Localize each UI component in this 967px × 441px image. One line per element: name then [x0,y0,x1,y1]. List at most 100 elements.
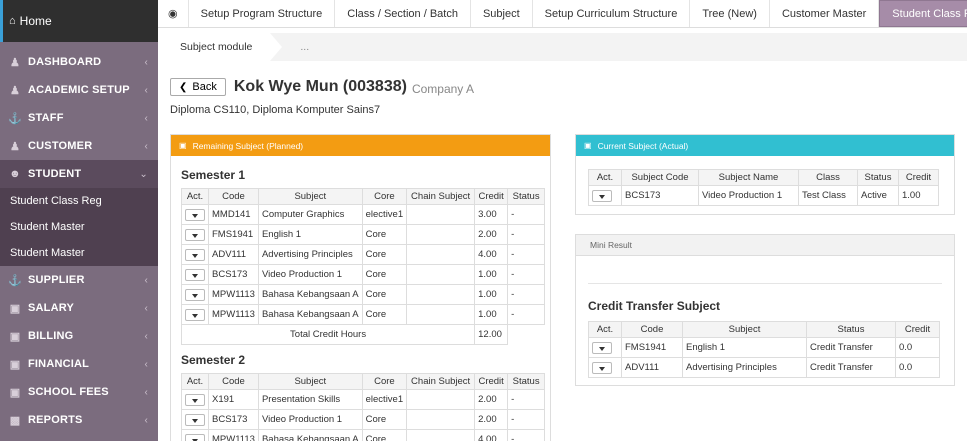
table-row: MPW1113 Bahasa Kebangsaan A Core 1.00 - [181,284,546,305]
divider [588,256,942,284]
money-icon: ▣ [9,302,21,315]
action-dropdown[interactable] [185,288,205,301]
company-name: Company A [411,81,474,96]
cell-credit: 2.00 [474,389,509,410]
sidebar-item-supplier[interactable]: ⚓ SUPPLIER ‹ [0,266,158,294]
home-link[interactable]: ⌂ Home [0,0,158,42]
action-dropdown[interactable] [185,308,205,321]
chart-icon: ▩ [9,414,21,427]
cell-status: - [507,204,546,225]
action-dropdown[interactable] [592,189,612,202]
sidebar-item-school-fees[interactable]: ▣ SCHOOL FEES ‹ [0,378,158,406]
sidebar-item-staff[interactable]: ⚓ STAFF ‹ [0,104,158,132]
back-label: Back [192,81,217,93]
col-credit: Credit [474,188,509,205]
cell-subject: Video Production 1 [257,409,363,430]
table-row: MPW1113 Bahasa Kebangsaan A Core 1.00 - [181,304,546,325]
current-subject-table: Act. Subject Code Subject Name Class Sta… [588,169,939,206]
col-credit: Credit [474,373,509,390]
cell-status: - [507,224,546,245]
sidebar-item-label: FINANCIAL [28,358,90,370]
mini-result-panel: Mini Result Credit Transfer Subject Act.… [575,234,955,386]
sidebar-item-academic-setup[interactable]: ♟ ACADEMIC SETUP ‹ [0,76,158,104]
action-dropdown[interactable] [185,413,205,426]
action-dropdown[interactable] [185,268,205,281]
cell-chain [406,389,476,410]
user-icon: ☻ [9,168,21,180]
tab-student-class-reg[interactable]: Student Class Reg [879,0,967,27]
cell-status: - [507,264,546,285]
cell-credit: 2.00 [474,409,509,430]
tab-setup-curriculum-structure[interactable]: Setup Curriculum Structure [533,0,691,27]
col-status: Status [857,169,899,186]
action-dropdown[interactable] [185,433,205,441]
col-act: Act. [588,169,622,186]
cell-subject-code: BCS173 [621,185,699,206]
sidebar-item-label: SALARY [28,302,75,314]
action-dropdown[interactable] [185,208,205,221]
cell-credit: 1.00 [474,264,509,285]
cell-code: MMD141 [208,204,259,225]
app-logo-icon[interactable]: ◉ [158,0,189,27]
arrow-left-icon: ❮ [179,81,188,93]
cell-status: - [507,284,546,305]
col-chain-subject: Chain Subject [406,373,476,390]
action-dropdown[interactable] [185,248,205,261]
sidebar-item-reports[interactable]: ▩ REPORTS ‹ [0,406,158,434]
chevron-left-icon: ‹ [144,140,148,152]
chevron-left-icon: ‹ [144,84,148,96]
submenu-item-student-master-2[interactable]: Student Master [0,240,158,266]
cell-code: BCS173 [208,264,259,285]
semester-2-title: Semester 2 [181,353,246,367]
sidebar-item-salary[interactable]: ▣ SALARY ‹ [0,294,158,322]
money-icon: ▣ [9,358,21,371]
table-row: MPW1113 Bahasa Kebangsaan A Core 4.00 - [181,429,546,441]
current-subject-header: ▣ Current Subject (Actual) [576,135,954,156]
cell-subject: English 1 [682,337,807,358]
chevron-left-icon: ‹ [144,56,148,68]
cell-subject: Video Production 1 [257,264,363,285]
table-row: MMD141 Computer Graphics elective1 3.00 … [181,204,546,225]
back-button[interactable]: ❮ Back [170,78,226,96]
col-status: Status [507,188,546,205]
action-dropdown[interactable] [592,361,612,374]
tab-subject[interactable]: Subject [471,0,533,27]
cell-code: FMS1941 [208,224,259,245]
chevron-left-icon: ‹ [144,274,148,286]
cell-core: Core [361,244,408,265]
sidebar-item-label: STAFF [28,112,64,124]
cell-core: elective1 [361,389,408,410]
breadcrumb-subject-module[interactable]: Subject module [158,33,283,61]
anchor-icon: ⚓ [8,112,22,125]
submenu-item-student-master[interactable]: Student Master [0,214,158,240]
sidebar-item-label: DASHBOARD [28,56,102,68]
action-dropdown[interactable] [592,341,612,354]
action-dropdown[interactable] [185,393,205,406]
col-act: Act. [181,373,209,390]
semester-2-table: Act. Code Subject Core Chain Subject Cre… [181,373,546,441]
cell-status: Credit Transfer [806,337,896,358]
program-list: Diploma CS110, Diploma Komputer Sains7 [170,104,381,116]
tab-class-section-batch[interactable]: Class / Section / Batch [335,0,471,27]
col-act: Act. [588,321,622,338]
cell-status: Active [857,185,899,206]
cell-code: BCS173 [208,409,259,430]
sidebar-item-billing[interactable]: ▣ BILLING ‹ [0,322,158,350]
sidebar-item-student[interactable]: ☻ STUDENT ⌄ [0,160,158,188]
tab-tree-new[interactable]: Tree (New) [690,0,770,27]
sidebar-item-financial[interactable]: ▣ FINANCIAL ‹ [0,350,158,378]
col-core: Core [361,373,408,390]
action-dropdown[interactable] [185,228,205,241]
table-row: ADV111 Advertising Principles Core 4.00 … [181,244,546,265]
col-code: Code [208,188,259,205]
cell-credit: 1.00 [474,284,509,305]
cell-credit: 1.00 [474,304,509,325]
submenu-item-student-class-reg[interactable]: Student Class Reg [0,188,158,214]
sidebar-item-label: ACADEMIC SETUP [28,84,130,96]
tab-setup-program-structure[interactable]: Setup Program Structure [189,0,336,27]
cell-status: - [507,304,546,325]
cell-chain [406,284,476,305]
sidebar-item-dashboard[interactable]: ♟ DASHBOARD ‹ [0,48,158,76]
tab-customer-master[interactable]: Customer Master [770,0,880,27]
sidebar-item-customer[interactable]: ♟ CUSTOMER ‹ [0,132,158,160]
